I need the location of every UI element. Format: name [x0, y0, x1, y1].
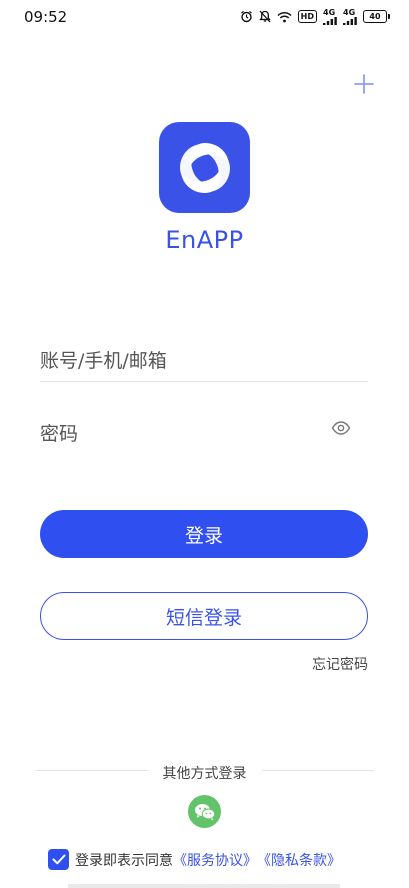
agreement-text: 登录即表示同意: [75, 852, 173, 869]
login-button[interactable]: 登录: [40, 510, 368, 558]
mute-bell-icon: [258, 10, 271, 23]
app-name: EnAPP: [165, 226, 244, 254]
wifi-icon: [277, 11, 292, 23]
agreement-checkbox[interactable]: [48, 849, 69, 870]
status-icons: HD 4G 4G 40: [240, 8, 390, 25]
status-bar: 09:52 HD 4G 4G 40: [0, 0, 409, 32]
plus-icon[interactable]: [352, 72, 376, 96]
privacy-policy-link[interactable]: 《隐私条款》: [257, 850, 341, 870]
hd-badge: HD: [297, 10, 317, 23]
wechat-login-button[interactable]: [188, 795, 221, 828]
account-input[interactable]: [40, 341, 368, 382]
signal-2: 4G: [343, 8, 357, 25]
status-time: 09:52: [24, 8, 68, 26]
password-input[interactable]: [40, 414, 368, 454]
bottom-bar: [68, 884, 340, 888]
sms-login-button[interactable]: 短信登录: [40, 592, 368, 640]
wechat-icon: [194, 803, 215, 820]
check-icon: [52, 854, 65, 865]
other-login-label: 其他方式登录: [162, 766, 247, 782]
battery-indicator: 40: [363, 10, 390, 23]
signal-1-label: 4G: [323, 8, 336, 17]
agreement-row: 登录即表示同意 《服务协议》 《隐私条款》: [48, 849, 341, 870]
eye-icon[interactable]: [331, 420, 351, 436]
forgot-password-link[interactable]: 忘记密码: [312, 654, 368, 674]
signal-1: 4G: [323, 8, 337, 25]
app-logo: [159, 122, 250, 213]
alarm-icon: [240, 10, 253, 23]
signal-2-label: 4G: [343, 8, 356, 17]
app-logo-mark: [179, 142, 230, 193]
service-agreement-link[interactable]: 《服务协议》: [173, 850, 257, 870]
